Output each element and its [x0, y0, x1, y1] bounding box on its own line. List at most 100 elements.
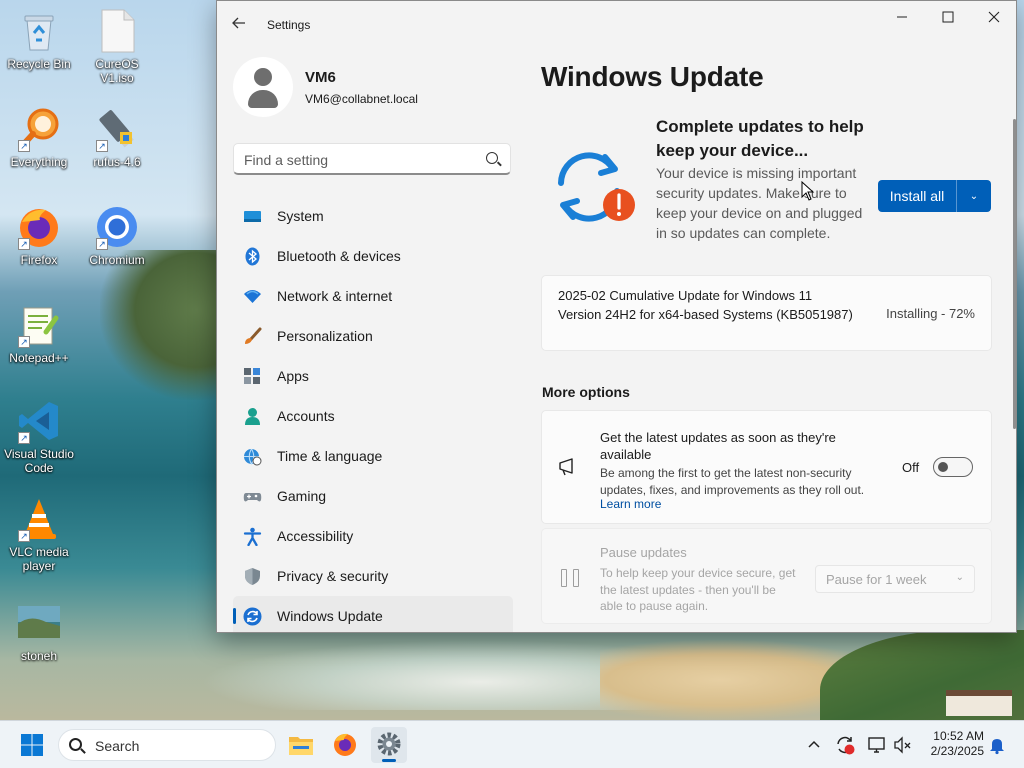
maximize-button[interactable]	[925, 1, 971, 33]
sidebar-item-label: Accessibility	[277, 528, 354, 544]
desktop-icon-recycle-bin[interactable]: Recycle Bin	[0, 8, 78, 71]
toggle-knob	[938, 462, 948, 472]
taskbar: Search 10:52 AM 2/23/2025	[0, 720, 1024, 768]
sidebar-item-personalization[interactable]: Personalization	[233, 316, 513, 356]
sidebar-item-gaming[interactable]: Gaming	[233, 476, 513, 516]
update-pending-tray-icon[interactable]	[835, 735, 855, 755]
volume-muted-icon[interactable]	[893, 735, 913, 755]
desktop-icon-label: Firefox	[20, 253, 58, 267]
desktop-icon-label: stoneh	[20, 649, 58, 663]
windows-update-icon	[243, 607, 262, 626]
settings-icon	[377, 732, 401, 756]
update-heading: Complete updates to help keep your devic…	[656, 117, 864, 160]
user-profile[interactable]: VM6 VM6@collabnet.local	[233, 57, 523, 121]
sidebar-item-accessibility[interactable]: Accessibility	[233, 516, 513, 556]
taskbar-search[interactable]: Search	[58, 729, 276, 761]
everything-search-icon: ↗	[16, 106, 62, 152]
wifi-icon	[243, 287, 262, 306]
sidebar-item-network[interactable]: Network & internet	[233, 276, 513, 316]
system-clock[interactable]: 10:52 AM 2/23/2025	[920, 729, 984, 759]
sidebar-item-windows-update[interactable]: Windows Update	[233, 596, 513, 632]
vscode-icon: ↗	[16, 398, 62, 444]
sync-warning-icon	[551, 149, 635, 222]
latest-updates-title: Get the latest updates as soon as they'r…	[600, 430, 836, 462]
desktop-icon-rufus[interactable]: ↗ rufus-4.6	[78, 106, 156, 169]
mouse-cursor-icon	[801, 181, 815, 201]
sidebar-item-label: Network & internet	[277, 288, 393, 304]
pause-updates-option: Pause updates To help keep your device s…	[541, 528, 992, 624]
minimize-button[interactable]	[879, 1, 925, 33]
desktop-icon-label: rufus-4.6	[93, 155, 141, 169]
sidebar-item-system[interactable]: System	[233, 196, 513, 236]
active-app-indicator	[382, 759, 396, 762]
sidebar-item-accounts[interactable]: Accounts	[233, 396, 513, 436]
chevron-up-icon[interactable]	[804, 735, 824, 755]
search-placeholder: Find a setting	[244, 152, 329, 168]
sidebar-item-label: Gaming	[277, 488, 327, 504]
notepad-plus-plus-icon: ↗	[16, 302, 62, 348]
install-all-label: Install all	[889, 188, 945, 204]
gamepad-icon	[243, 487, 262, 506]
back-arrow-icon[interactable]	[231, 15, 249, 33]
taskbar-settings[interactable]	[371, 727, 407, 763]
install-all-button[interactable]: Install all ⌄	[878, 180, 991, 212]
desktop-icon-vlc[interactable]: ↗ VLC media player	[0, 496, 78, 573]
sidebar-item-time-language[interactable]: Time & language	[233, 436, 513, 476]
latest-updates-toggle[interactable]	[933, 457, 973, 477]
network-icon[interactable]	[867, 735, 887, 755]
system-icon	[243, 207, 262, 226]
start-button[interactable]	[14, 727, 50, 763]
usb-drive-icon: ↗	[94, 106, 140, 152]
desktop-icon-notepad-plus-plus[interactable]: ↗ Notepad++	[0, 302, 78, 365]
desktop-icon-label: VLC media player	[9, 545, 69, 573]
windows-logo-icon	[21, 734, 43, 756]
taskbar-firefox[interactable]	[327, 727, 363, 763]
notification-bell-icon[interactable]	[987, 735, 1007, 755]
desktop-icon-firefox[interactable]: ↗ Firefox	[0, 204, 78, 267]
shortcut-arrow-icon: ↗	[18, 432, 30, 444]
firefox-icon: ↗	[16, 204, 62, 250]
chevron-down-icon[interactable]: ⌄	[956, 180, 991, 212]
sidebar-item-privacy-security[interactable]: Privacy & security	[233, 556, 513, 596]
more-options-heading: More options	[542, 384, 630, 400]
desktop-icon-label: Chromium	[89, 253, 145, 267]
pause-duration-select[interactable]: Pause for 1 week ⌄	[815, 565, 975, 593]
sidebar: VM6 VM6@collabnet.local Find a setting S…	[217, 45, 525, 632]
desktop-icon-vscode[interactable]: ↗ Visual Studio Code	[0, 398, 78, 475]
wallpaper-house	[946, 690, 1012, 716]
update-status: Installing - 72%	[886, 306, 975, 321]
accessibility-icon	[243, 527, 262, 547]
desktop-icon-chromium[interactable]: ↗ Chromium	[78, 204, 156, 267]
shortcut-arrow-icon: ↗	[18, 336, 30, 348]
learn-more-link[interactable]: Learn more	[600, 497, 661, 511]
brush-icon	[243, 327, 262, 346]
sidebar-item-label: Apps	[277, 368, 309, 384]
bluetooth-icon	[243, 247, 262, 266]
toggle-state-label: Off	[902, 460, 920, 475]
taskbar-search-label: Search	[95, 738, 140, 754]
pause-duration-value: Pause for 1 week	[826, 572, 927, 587]
desktop-icon-cureos-iso[interactable]: CureOS V1.iso	[78, 8, 156, 85]
taskbar-file-explorer[interactable]	[283, 727, 319, 763]
megaphone-icon	[558, 455, 580, 477]
latest-updates-option[interactable]: Get the latest updates as soon as they'r…	[541, 410, 992, 524]
file-explorer-icon	[289, 737, 313, 755]
sidebar-item-bluetooth[interactable]: Bluetooth & devices	[233, 236, 513, 276]
latest-updates-description: Be among the first to get the latest non…	[600, 466, 865, 497]
search-icon	[69, 738, 82, 751]
close-button[interactable]	[971, 1, 1016, 33]
sidebar-item-label: Time & language	[277, 448, 383, 464]
sidebar-item-apps[interactable]: Apps	[233, 356, 513, 396]
chromium-icon: ↗	[94, 204, 140, 250]
desktop-icon-everything[interactable]: ↗ Everything	[0, 106, 78, 169]
scrollbar[interactable]	[1013, 119, 1016, 429]
shortcut-arrow-icon: ↗	[96, 140, 108, 152]
search-input[interactable]: Find a setting	[233, 143, 511, 175]
update-status-hero: Complete updates to help keep your devic…	[541, 115, 992, 265]
desktop-icon-stoneh[interactable]: stoneh	[0, 600, 78, 663]
shield-icon	[243, 567, 262, 586]
shortcut-arrow-icon: ↗	[18, 530, 30, 542]
sidebar-item-label: Privacy & security	[277, 568, 389, 584]
search-icon	[486, 152, 498, 164]
desktop-icon-label: Recycle Bin	[7, 57, 71, 71]
